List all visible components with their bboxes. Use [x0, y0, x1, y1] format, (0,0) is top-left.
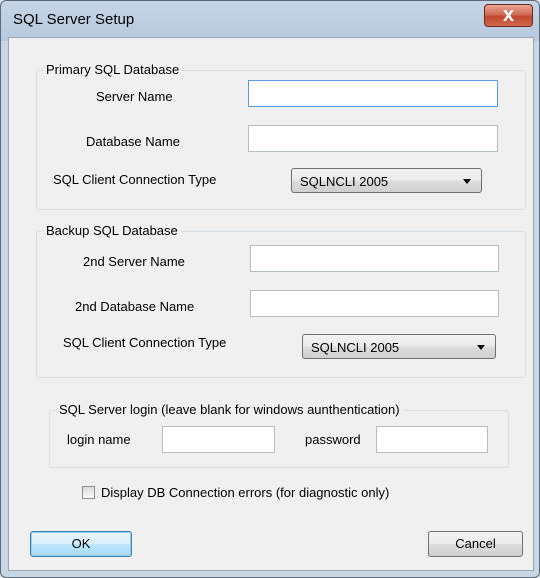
display-errors-checkbox[interactable]: [82, 486, 95, 499]
primary-connection-type-value: SQLNCLI 2005: [300, 174, 389, 189]
second-database-name-input[interactable]: [250, 290, 499, 317]
database-name-label: Database Name: [86, 134, 180, 149]
second-server-name-input[interactable]: [250, 245, 499, 272]
title-bar[interactable]: SQL Server Setup X: [1, 1, 539, 37]
login-name-label: login name: [67, 432, 131, 447]
second-database-name-label: 2nd Database Name: [75, 299, 195, 314]
server-name-input[interactable]: [248, 80, 498, 107]
database-name-input[interactable]: [248, 125, 498, 152]
chevron-down-icon: [463, 179, 471, 184]
password-label: password: [305, 432, 361, 447]
backup-connection-type-value: SQLNCLI 2005: [311, 340, 400, 355]
primary-group-legend: Primary SQL Database: [43, 62, 183, 77]
window-title: SQL Server Setup: [13, 11, 135, 28]
server-name-label: Server Name: [96, 89, 173, 104]
backup-connection-type-select[interactable]: SQLNCLI 2005: [302, 334, 496, 359]
dialog-client-area: Primary SQL Database Server Name Databas…: [8, 37, 534, 571]
display-errors-label[interactable]: Display DB Connection errors (for diagno…: [101, 485, 389, 500]
second-server-name-label: 2nd Server Name: [83, 254, 185, 269]
ok-button[interactable]: OK: [30, 531, 132, 557]
backup-group-legend: Backup SQL Database: [43, 223, 181, 238]
close-button[interactable]: X: [484, 4, 533, 27]
chevron-down-icon: [477, 345, 485, 350]
password-input[interactable]: [376, 426, 488, 453]
login-group-legend: SQL Server login (leave blank for window…: [56, 402, 403, 417]
close-icon: X: [502, 6, 515, 25]
dialog-window: SQL Server Setup X Primary SQL Database …: [0, 0, 540, 578]
primary-connection-type-label: SQL Client Connection Type: [53, 172, 217, 187]
primary-connection-type-select[interactable]: SQLNCLI 2005: [291, 168, 482, 193]
cancel-button[interactable]: Cancel: [428, 531, 523, 557]
login-name-input[interactable]: [162, 426, 275, 453]
backup-connection-type-label: SQL Client Connection Type: [63, 335, 227, 350]
